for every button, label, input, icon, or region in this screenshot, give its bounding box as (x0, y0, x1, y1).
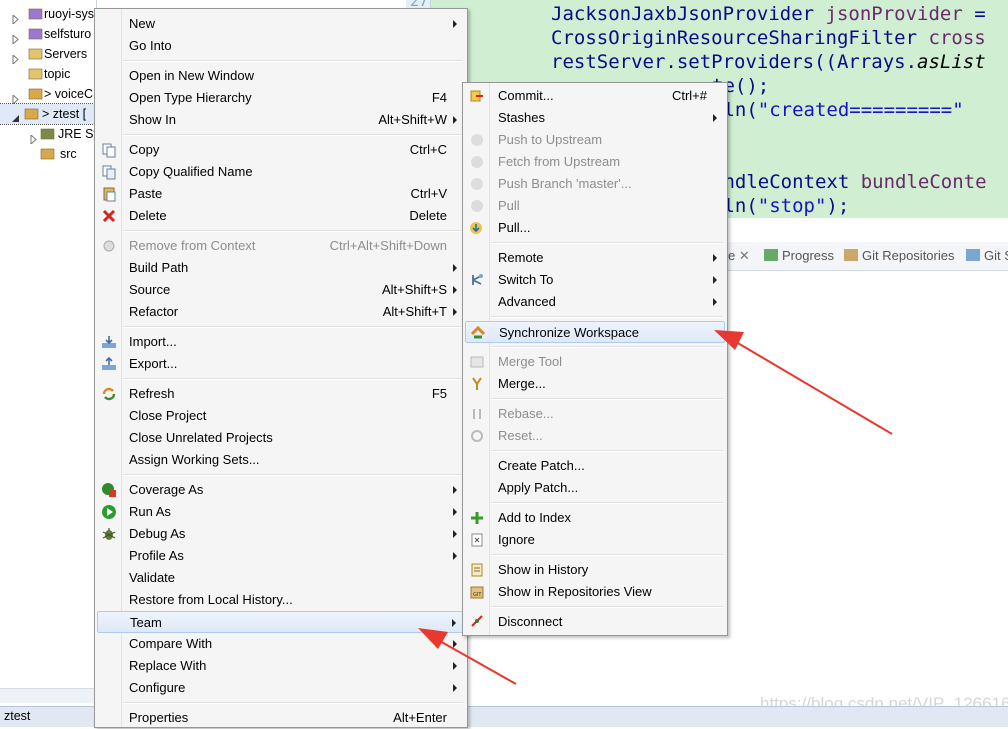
annotation-arrow-synchronize (714, 330, 893, 435)
annotation-arrows (418, 330, 893, 685)
annotation-arrow-team (418, 628, 517, 685)
